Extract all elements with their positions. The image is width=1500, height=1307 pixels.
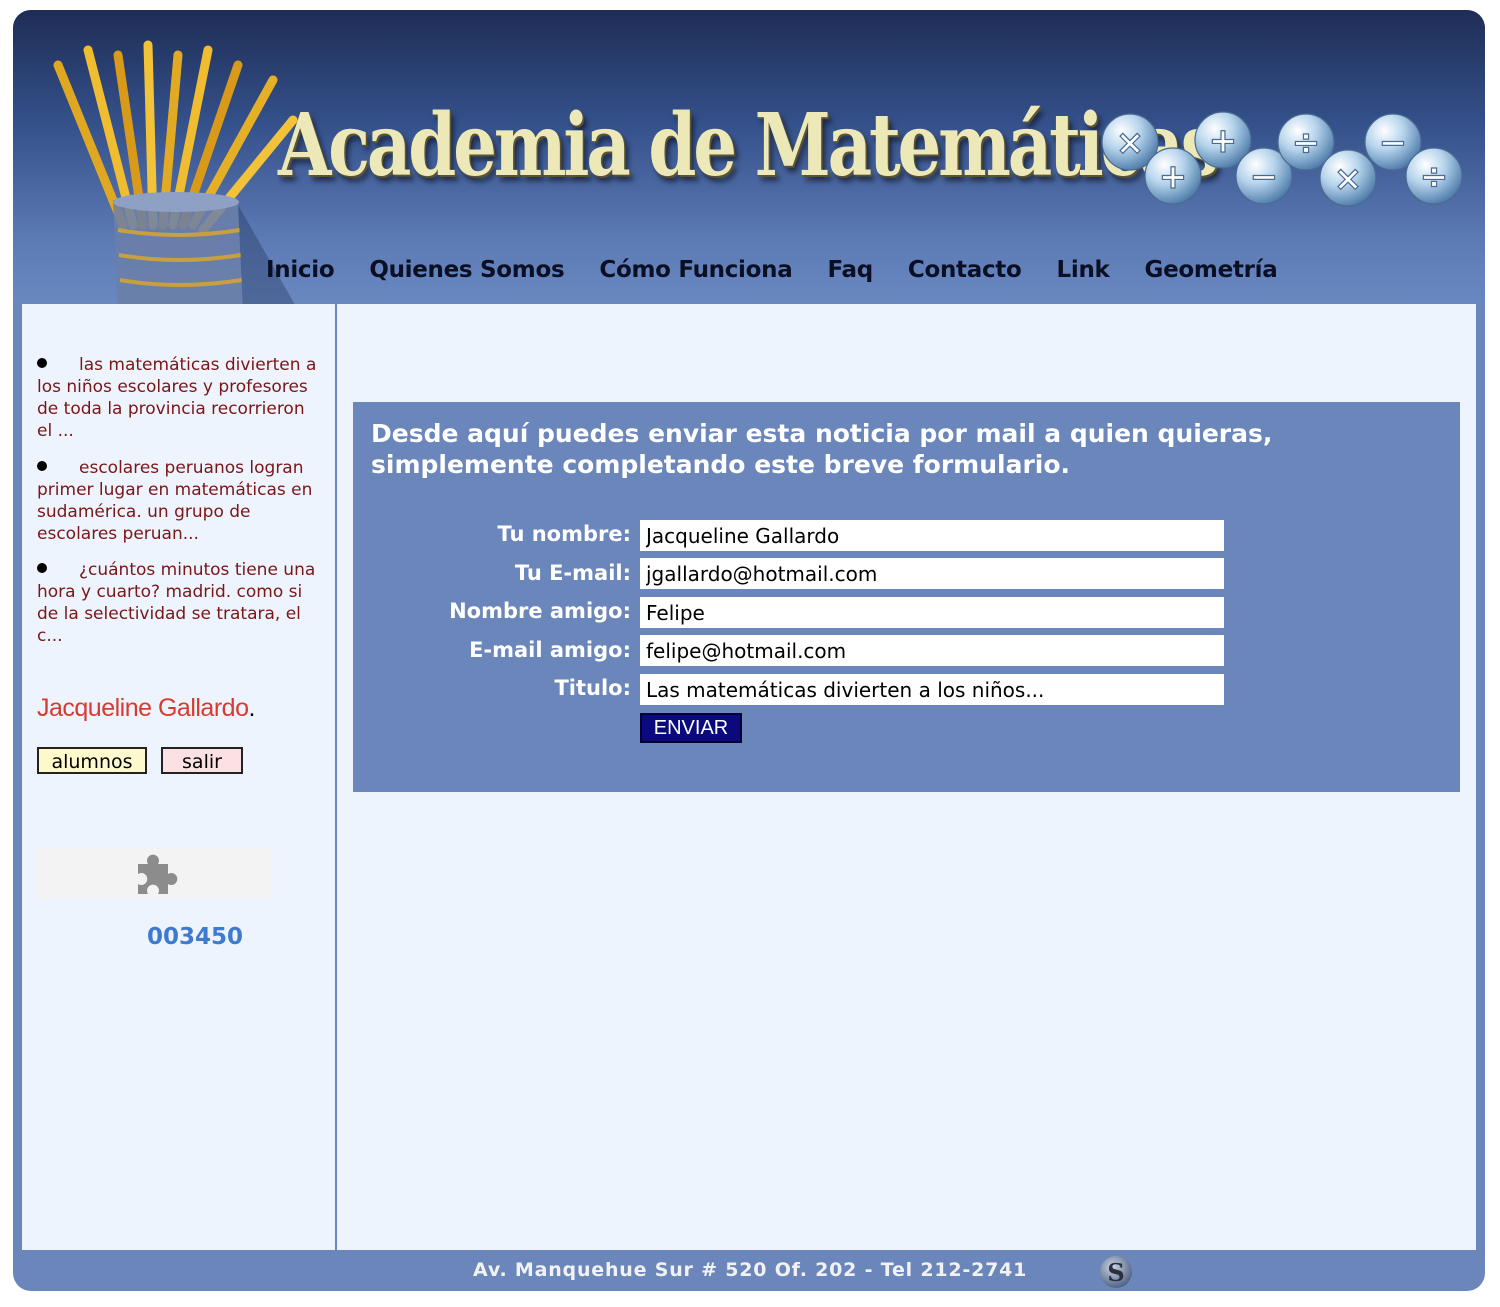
news-link[interactable]: escolares peruanos logran primer lugar e…	[37, 457, 322, 545]
svg-text:÷: ÷	[1292, 123, 1321, 163]
salir-button[interactable]: salir	[161, 747, 243, 774]
svg-text:−: −	[1379, 123, 1408, 163]
nav-geometria[interactable]: Geometría	[1145, 257, 1278, 289]
nombre-amigo-input[interactable]	[640, 597, 1224, 628]
news-item[interactable]: las matemáticas divierten a los niños es…	[37, 354, 322, 442]
titulo-label: Titulo:	[554, 676, 631, 700]
news-link[interactable]: ¿cuántos minutos tiene una hora y cuarto…	[37, 559, 322, 647]
page-frame: Academia de Matemáticas × + + − ÷ × − ÷	[13, 10, 1485, 1291]
site-header: Academia de Matemáticas × + + − ÷ × − ÷	[13, 10, 1485, 310]
nav-quienes-somos[interactable]: Quienes Somos	[369, 257, 564, 289]
svg-text:÷: ÷	[1420, 157, 1449, 197]
user-name-label: Jacqueline Gallardo.	[37, 694, 255, 723]
form-intro-text: Desde aquí puedes enviar esta noticia po…	[371, 419, 1273, 479]
visit-counter: 003450	[147, 924, 244, 950]
bullet-icon	[37, 563, 47, 573]
content-area: las matemáticas divierten a los niños es…	[22, 304, 1476, 1250]
alumnos-button[interactable]: alumnos	[37, 747, 147, 774]
main-nav: Inicio Quienes Somos Cómo Funciona Faq C…	[266, 257, 1312, 289]
enviar-button[interactable]: ENVIAR	[640, 713, 742, 743]
bullet-icon	[37, 461, 47, 471]
nav-link[interactable]: Link	[1057, 257, 1110, 289]
plugin-placeholder	[37, 848, 272, 898]
math-operators-icon: × + + − ÷ × − ÷	[1101, 111, 1463, 207]
user-name-suffix: .	[248, 694, 255, 722]
nav-contacto[interactable]: Contacto	[908, 257, 1022, 289]
svg-text:S: S	[1107, 1258, 1124, 1287]
tu-nombre-input[interactable]	[640, 520, 1224, 551]
puzzle-icon	[138, 854, 178, 894]
bullet-icon	[37, 358, 47, 368]
user-name: Jacqueline Gallardo	[37, 694, 249, 722]
svg-text:+: +	[1209, 121, 1238, 161]
nombre-amigo-label: Nombre amigo:	[449, 599, 631, 623]
site-title: Academia de Matemáticas	[278, 95, 1219, 196]
tu-email-label: Tu E-mail:	[514, 561, 631, 585]
email-amigo-label: E-mail amigo:	[469, 638, 631, 662]
nav-como-funciona[interactable]: Cómo Funciona	[599, 257, 792, 289]
footer-address: Av. Manquehue Sur # 520 Of. 202 - Tel 21…	[473, 1259, 1028, 1281]
news-item[interactable]: escolares peruanos logran primer lugar e…	[37, 457, 322, 545]
s-logo-icon[interactable]: S	[1097, 1254, 1135, 1290]
svg-text:×: ×	[1334, 159, 1363, 199]
email-amigo-input[interactable]	[640, 635, 1224, 666]
tu-email-input[interactable]	[640, 558, 1224, 589]
tu-nombre-label: Tu nombre:	[497, 522, 631, 546]
titulo-input[interactable]	[640, 674, 1224, 705]
news-link[interactable]: las matemáticas divierten a los niños es…	[37, 354, 322, 442]
sidebar: las matemáticas divierten a los niños es…	[22, 304, 337, 1250]
svg-text:+: +	[1159, 157, 1188, 197]
nav-inicio[interactable]: Inicio	[266, 257, 335, 289]
nav-faq[interactable]: Faq	[827, 257, 873, 289]
svg-text:×: ×	[1116, 123, 1145, 163]
send-news-form: Desde aquí puedes enviar esta noticia po…	[353, 402, 1460, 792]
svg-text:−: −	[1250, 157, 1279, 197]
news-item[interactable]: ¿cuántos minutos tiene una hora y cuarto…	[37, 559, 322, 647]
